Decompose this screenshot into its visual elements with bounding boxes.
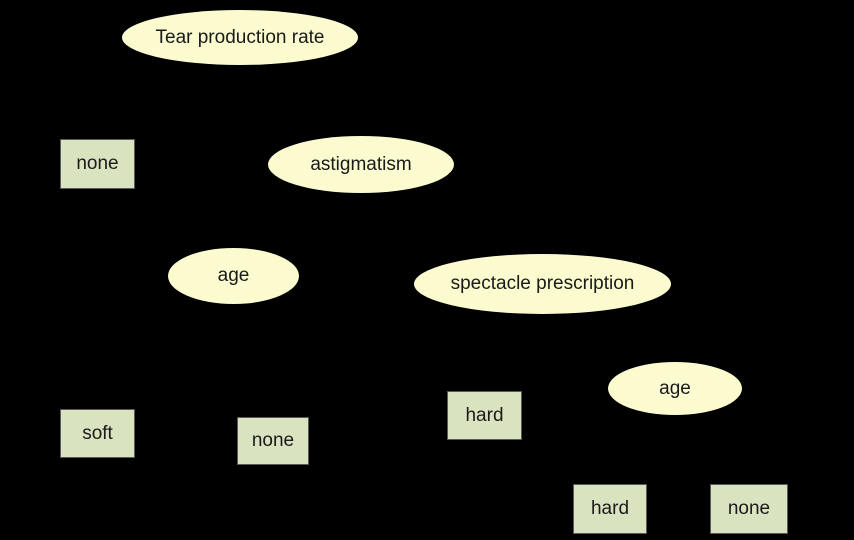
tree-edge-n4-n7 xyxy=(484,313,543,392)
tree-node-label: hard xyxy=(465,404,504,426)
tree-edge-n0-n1 xyxy=(97,64,241,140)
tree-node-label: soft xyxy=(82,422,113,444)
tree-leaf-node-n7[interactable]: hard xyxy=(447,391,522,440)
tree-node-label: age xyxy=(217,265,250,287)
tree-edge-n8-n10 xyxy=(674,414,750,485)
tree-edge-n8-n9 xyxy=(609,414,676,485)
tree-leaf-node-n5[interactable]: soft xyxy=(60,409,135,458)
tree-split-node-n3[interactable]: age xyxy=(168,248,299,304)
tree-node-label: none xyxy=(727,498,771,520)
tree-node-label: Tear production rate xyxy=(155,26,325,48)
tree-node-label: astigmatism xyxy=(310,153,412,175)
tree-split-node-n0[interactable]: Tear production rate xyxy=(122,10,358,65)
tree-split-node-n2[interactable]: astigmatism xyxy=(268,136,454,193)
tree-node-label: none xyxy=(251,430,295,452)
tree-leaf-node-n1[interactable]: none xyxy=(60,139,135,189)
tree-edge-n2-n4 xyxy=(360,192,543,255)
tree-node-label: age xyxy=(659,377,691,399)
tree-node-label: none xyxy=(76,153,119,175)
tree-leaf-node-n10[interactable]: none xyxy=(710,484,788,534)
tree-split-node-n4[interactable]: spectacle prescription xyxy=(414,254,671,314)
tree-edge-n4-n8 xyxy=(542,313,676,363)
tree-edge-n3-n6 xyxy=(233,303,274,418)
tree-edge-n2-n3 xyxy=(233,192,362,249)
tree-edge-n3-n5 xyxy=(97,303,234,410)
decision-tree-canvas: Tear production rate none astigmatism age sp… xyxy=(0,0,854,540)
tree-node-label: hard xyxy=(590,498,630,520)
tree-leaf-node-n6[interactable]: none xyxy=(237,417,309,465)
tree-node-label: spectacle prescription xyxy=(450,273,635,295)
tree-edge-n0-n2 xyxy=(239,64,362,137)
tree-split-node-n8[interactable]: age xyxy=(608,362,742,415)
tree-leaf-node-n9[interactable]: hard xyxy=(573,484,647,534)
